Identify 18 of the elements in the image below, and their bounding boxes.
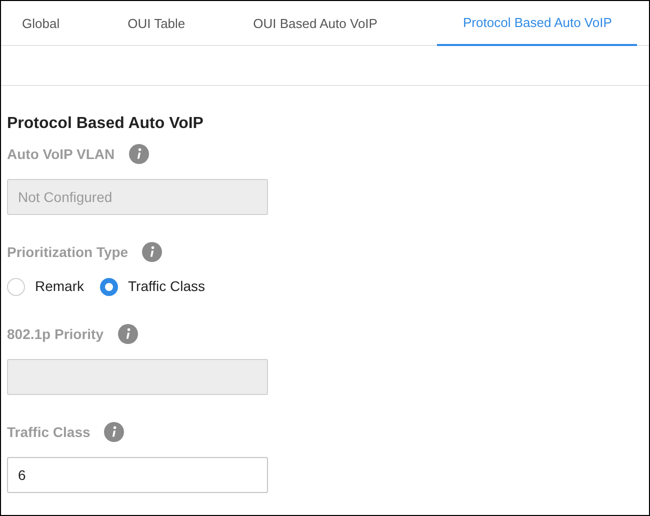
field-label: Traffic Class [7,422,90,442]
radio-button[interactable] [7,278,25,296]
info-icon[interactable] [142,242,162,262]
tab[interactable]: Global [6,1,76,46]
tab[interactable]: OUI Based Auto VoIP [237,1,394,46]
radio-button[interactable] [100,278,118,296]
section-title: Protocol Based Auto VoIP [7,114,204,134]
input-field[interactable]: 6 [7,457,268,493]
field-label: Prioritization Type [7,242,128,262]
field-label: Auto VoIP VLAN [7,144,115,164]
tab[interactable]: OUI Table [112,1,202,46]
radio-label[interactable]: Remark [35,276,84,297]
info-icon[interactable] [118,324,138,344]
tab[interactable]: Protocol Based Auto VoIP [437,1,638,46]
info-icon[interactable] [128,144,149,164]
info-icon[interactable] [104,422,124,442]
radio-label[interactable]: Traffic Class [128,276,206,297]
field-label: 802.1p Priority [7,324,104,344]
